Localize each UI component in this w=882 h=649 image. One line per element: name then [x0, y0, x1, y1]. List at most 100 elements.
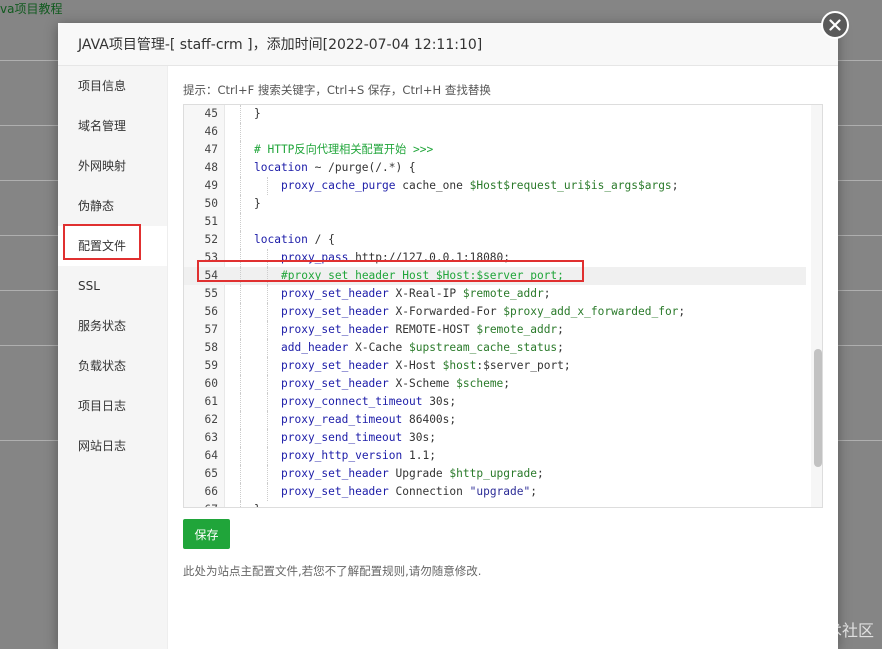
line-code: proxy_connect_timeout 30s;: [281, 393, 456, 411]
code-token: cache_one: [395, 179, 470, 192]
code-line[interactable]: 54 #proxy_set_header Host $Host:$server_p…: [184, 267, 806, 285]
code-token: ~ /purge(/.*) {: [307, 161, 416, 174]
code-token: location: [254, 161, 308, 174]
code-line[interactable]: 49 proxy_cache_purge cache_one $Host$requ…: [184, 177, 806, 195]
indent-guide: [240, 159, 241, 177]
sidebar-item[interactable]: 网站日志: [58, 426, 167, 466]
code-line[interactable]: 59 proxy_set_header X-Host $host:$server_…: [184, 357, 806, 375]
code-token: / {: [307, 233, 335, 246]
indent-guide: [240, 213, 241, 231]
code-token: proxy_pass: [281, 251, 349, 264]
code-token: REMOTE-HOST: [388, 323, 477, 336]
line-number: 58: [204, 341, 218, 354]
code-token: proxy_connect_timeout: [281, 395, 423, 408]
sidebar-item[interactable]: 项目日志: [58, 386, 167, 426]
line-number: 60: [204, 377, 218, 390]
indent-guide: [267, 339, 268, 357]
code-line[interactable]: 63 proxy_send_timeout 30s;: [184, 429, 806, 447]
line-number: 65: [204, 467, 218, 480]
code-line[interactable]: 65 proxy_set_header Upgrade $http_upgrade…: [184, 465, 806, 483]
code-line[interactable]: 57 proxy_set_header REMOTE-HOST $remote_a…: [184, 321, 806, 339]
watermark-text: @稀土掘金技术社区: [729, 621, 874, 640]
code-token: 30s;: [422, 395, 457, 408]
save-button[interactable]: 保存: [183, 519, 230, 549]
code-token: proxy_set_header: [281, 467, 389, 480]
code-token: 86400s;: [402, 413, 457, 426]
close-icon: [829, 19, 841, 31]
indent-guide: [240, 231, 241, 249]
sidebar-item[interactable]: 伪静态: [58, 186, 167, 226]
code-token: # HTTP反向代理相关配置开始 >>>: [254, 143, 434, 156]
code-lines[interactable]: 45} 46 47 # HTTP反向代理相关配置开始 >>> 48 location ~ …: [184, 105, 806, 507]
code-line[interactable]: 53 proxy_pass http://127.0.0.1:18080;: [184, 249, 806, 267]
modal-header: JAVA项目管理-[ staff-crm ]，添加时间[2022-07-04 1…: [58, 23, 838, 66]
sidebar-item[interactable]: 配置文件: [58, 226, 167, 266]
code-token: $http_upgrade: [449, 467, 537, 480]
line-code: proxy_set_header Connection "upgrade";: [281, 483, 537, 501]
line-code: proxy_send_timeout 30s;: [281, 429, 436, 447]
indent-guide: [267, 177, 268, 195]
line-code: }: [254, 501, 261, 507]
editor-scrollbar-thumb[interactable]: [814, 349, 822, 467]
code-line[interactable]: 64 proxy_http_version 1.1;: [184, 447, 806, 465]
indent-guide: [240, 465, 241, 483]
indent-guide: [267, 447, 268, 465]
code-token: Upgrade: [388, 467, 450, 480]
code-line[interactable]: 48 location ~ /purge(/.*) {: [184, 159, 806, 177]
code-line[interactable]: 60 proxy_set_header X-Scheme $scheme;: [184, 375, 806, 393]
sidebar-item[interactable]: SSL: [58, 266, 167, 306]
code-line[interactable]: 51: [184, 213, 806, 231]
line-code: proxy_cache_purge cache_one $Host$reques…: [281, 177, 678, 195]
line-code: proxy_http_version 1.1;: [281, 447, 436, 465]
code-line[interactable]: 52 location / {: [184, 231, 806, 249]
sidebar-item[interactable]: 负载状态: [58, 346, 167, 386]
code-token: X-Real-IP: [388, 287, 463, 300]
indent-guide: [240, 447, 241, 465]
sidebar-item[interactable]: 域名管理: [58, 106, 167, 146]
close-button[interactable]: [821, 11, 849, 39]
indent-guide: [267, 285, 268, 303]
code-token: $Host$request_uri$is_args$args: [469, 179, 672, 192]
indent-guide: [240, 393, 241, 411]
code-line[interactable]: 45}: [184, 105, 806, 123]
code-line[interactable]: 50}: [184, 195, 806, 213]
code-line[interactable]: 66 proxy_set_header Connection "upgrade";: [184, 483, 806, 501]
line-number: 50: [204, 197, 218, 210]
project-manager-modal: JAVA项目管理-[ staff-crm ]，添加时间[2022-07-04 1…: [58, 11, 849, 649]
code-token: proxy_set_header: [281, 485, 389, 498]
code-line[interactable]: 61 proxy_connect_timeout 30s;: [184, 393, 806, 411]
code-line[interactable]: 47 # HTTP反向代理相关配置开始 >>>: [184, 141, 806, 159]
code-line[interactable]: 62 proxy_read_timeout 86400s;: [184, 411, 806, 429]
sidebar-item[interactable]: 外网映射: [58, 146, 167, 186]
code-token: }: [254, 503, 261, 507]
line-number: 51: [204, 215, 218, 228]
indent-guide: [240, 123, 241, 141]
indent-guide: [267, 411, 268, 429]
line-number: 66: [204, 485, 218, 498]
config-warning-note: 此处为站点主配置文件,若您不了解配置规则,请勿随意修改.: [183, 564, 482, 578]
indent-guide: [240, 303, 241, 321]
indent-guide: [240, 177, 241, 195]
line-code: add_header X-Cache $upstream_cache_statu…: [281, 339, 564, 357]
code-line[interactable]: 55 proxy_set_header X-Real-IP $remote_add…: [184, 285, 806, 303]
code-token: proxy_set_header: [281, 359, 389, 372]
code-token: X-Scheme: [388, 377, 457, 390]
code-line[interactable]: 46: [184, 123, 806, 141]
indent-guide: [240, 411, 241, 429]
code-line[interactable]: 58 add_header X-Cache $upstream_cache_sta…: [184, 339, 806, 357]
indent-guide: [267, 429, 268, 447]
sidebar-item[interactable]: 服务状态: [58, 306, 167, 346]
indent-guide: [267, 267, 268, 285]
code-token: proxy_set_header: [281, 377, 389, 390]
line-code: proxy_set_header X-Forwarded-For $proxy_…: [281, 303, 685, 321]
line-number: 52: [204, 233, 218, 246]
code-line[interactable]: 56 proxy_set_header X-Forwarded-For $prox…: [184, 303, 806, 321]
code-token: proxy_set_header: [281, 305, 389, 318]
sidebar-item[interactable]: 项目信息: [58, 66, 167, 106]
code-token: 30s;: [402, 431, 436, 444]
indent-guide: [240, 321, 241, 339]
code-editor[interactable]: 45} 46 47 # HTTP反向代理相关配置开始 >>> 48 location ~ …: [183, 104, 823, 508]
code-line[interactable]: 67}: [184, 501, 806, 507]
line-code: proxy_set_header X-Scheme $scheme;: [281, 375, 510, 393]
code-token: ;: [557, 323, 564, 336]
